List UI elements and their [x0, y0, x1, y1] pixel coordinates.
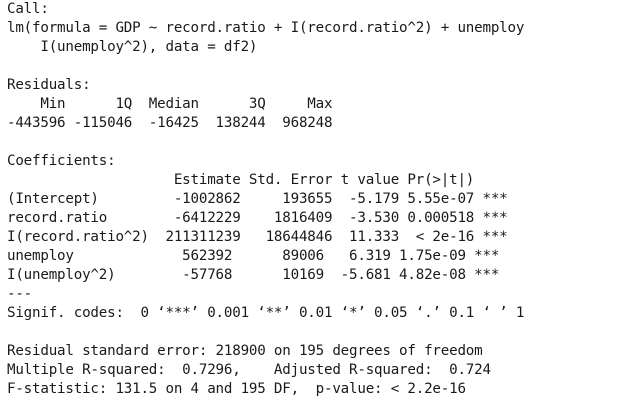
call-formula-line-2: I(unemploy^2), data = df2)	[7, 39, 258, 55]
call-formula-line-1: lm(formula = GDP ~ record.ratio + I(reco…	[7, 20, 525, 36]
coefficient-row-record-ratio-squared: I(record.ratio^2) 211311239 18644846 11.…	[7, 229, 508, 245]
residuals-header: Min 1Q Median 3Q Max	[7, 96, 333, 112]
coefficient-row-intercept: (Intercept) -1002862 193655 -5.179 5.55e…	[7, 191, 508, 207]
call-label: Call:	[7, 1, 49, 17]
coefficient-row-unemploy: unemploy 562392 89006 6.319 1.75e-09 ***	[7, 248, 500, 264]
residuals-label: Residuals:	[7, 77, 91, 93]
r-squared-line: Multiple R-squared: 0.7296, Adjusted R-s…	[7, 362, 491, 378]
r-console-output: Call: lm(formula = GDP ~ record.ratio + …	[7, 0, 631, 413]
coefficient-row-unemploy-squared: I(unemploy^2) -57768 10169 -5.681 4.82e-…	[7, 267, 500, 283]
signif-codes: Signif. codes: 0 ‘***’ 0.001 ‘**’ 0.01 ‘…	[7, 305, 525, 321]
f-statistic-line: F-statistic: 131.5 on 4 and 195 DF, p-va…	[7, 381, 466, 397]
separator-line: ---	[7, 286, 33, 302]
coefficients-header: Estimate Std. Error t value Pr(>|t|)	[7, 172, 508, 188]
residual-standard-error: Residual standard error: 218900 on 195 d…	[7, 343, 483, 359]
residuals-values: -443596 -115046 -16425 138244 968248	[7, 115, 333, 131]
coefficients-label: Coefficients:	[7, 153, 116, 169]
coefficient-row-record-ratio: record.ratio -6412229 1816409 -3.530 0.0…	[7, 210, 508, 226]
